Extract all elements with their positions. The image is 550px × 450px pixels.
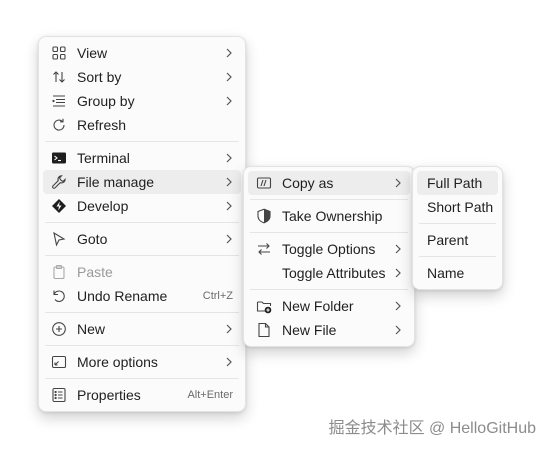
menu-item-new-folder[interactable]: New Folder [248,294,410,318]
menu-item-new-file[interactable]: New File [248,318,410,342]
menu-item-refresh-label: Refresh [77,117,127,133]
menu-item-more-options-label: More options [77,354,158,370]
grid-view-icon [51,45,67,61]
menu-item-properties[interactable]: Properties Alt+Enter [43,383,241,407]
menu-item-parent[interactable]: Parent [417,228,498,252]
menu-separator [250,232,408,233]
menu-item-view[interactable]: View [43,41,241,65]
terminal-icon [51,150,67,166]
menu-item-toggle-attributes-label: Toggle Attributes [282,265,386,281]
menu-separator [250,199,408,200]
menu-item-paste-label: Paste [77,264,113,280]
group-list-icon [51,93,67,109]
new-folder-icon [256,298,272,314]
properties-shortcut: Alt+Enter [187,389,233,401]
menu-separator [419,223,496,224]
menu-item-copy-as[interactable]: Copy as [248,171,410,195]
menu-item-copy-as-label: Copy as [282,175,334,191]
menu-item-goto[interactable]: Goto [43,227,241,251]
wrench-icon [51,174,67,190]
chevron-right-icon [392,324,404,336]
menu-separator [250,289,408,290]
file-manage-submenu: Copy as Take Ownership Toggle Options To… [243,166,415,347]
properties-list-icon [51,387,67,403]
menu-item-new-file-label: New File [282,322,337,338]
more-options-window-icon [51,354,67,370]
chevron-right-icon [223,176,235,188]
menu-item-name[interactable]: Name [417,261,498,285]
menu-item-terminal-label: Terminal [77,150,130,166]
menu-item-view-label: View [77,45,108,61]
clipboard-icon [51,264,67,280]
undo-icon [51,288,67,304]
copy-as-submenu: Full Path Short Path Parent Name [412,166,503,290]
menu-item-full-path[interactable]: Full Path [417,171,498,195]
shield-icon [256,208,272,224]
chevron-right-icon [223,356,235,368]
menu-item-toggle-attributes[interactable]: Toggle Attributes [248,261,410,285]
chevron-right-icon [223,95,235,107]
lightning-icon [51,198,67,214]
sort-arrows-icon [51,69,67,85]
chevron-right-icon [223,152,235,164]
menu-item-undo-rename[interactable]: Undo Rename Ctrl+Z [43,284,241,308]
menu-separator [45,222,239,223]
chevron-right-icon [223,47,235,59]
chevron-right-icon [223,71,235,83]
watermark-text: 掘金技术社区 @ HelloGitHub [328,420,536,437]
menu-item-new-folder-label: New Folder [282,298,354,314]
chevron-right-icon [223,200,235,212]
menu-separator [45,312,239,313]
chevron-right-icon [392,267,404,279]
menu-separator [419,256,496,257]
menu-separator [45,141,239,142]
menu-item-new[interactable]: New [43,317,241,341]
menu-item-name-label: Name [427,265,465,281]
menu-item-sort-by[interactable]: Sort by [43,65,241,89]
swap-arrows-icon [256,241,272,257]
undo-rename-shortcut: Ctrl+Z [202,290,233,302]
menu-item-group-by-label: Group by [77,93,135,109]
menu-item-take-ownership[interactable]: Take Ownership [248,204,410,228]
main-context-menu: View Sort by Group by Refresh Terminal F… [38,36,246,412]
menu-item-develop[interactable]: Develop [43,194,241,218]
menu-item-new-label: New [77,321,106,337]
menu-item-group-by[interactable]: Group by [43,89,241,113]
new-file-icon [256,322,272,338]
menu-item-sort-by-label: Sort by [77,69,122,85]
menu-item-paste: Paste [43,260,241,284]
chevron-right-icon [223,323,235,335]
chevron-right-icon [392,243,404,255]
menu-item-full-path-label: Full Path [427,175,483,191]
menu-separator [45,378,239,379]
refresh-icon [51,117,67,133]
menu-item-parent-label: Parent [427,232,469,248]
menu-item-undo-rename-label: Undo Rename [77,288,168,304]
menu-item-short-path[interactable]: Short Path [417,195,498,219]
menu-item-goto-label: Goto [77,231,108,247]
menu-separator [45,345,239,346]
menu-separator [45,255,239,256]
cursor-arrow-icon [51,231,67,247]
menu-item-develop-label: Develop [77,198,129,214]
chevron-right-icon [223,233,235,245]
menu-item-file-manage-label: File manage [77,174,155,190]
menu-item-file-manage[interactable]: File manage [43,170,241,194]
chevron-right-icon [392,177,404,189]
menu-item-more-options[interactable]: More options [43,350,241,374]
copy-path-icon [256,175,272,191]
menu-item-toggle-options-label: Toggle Options [282,241,376,257]
menu-item-terminal[interactable]: Terminal [43,146,241,170]
menu-item-take-ownership-label: Take Ownership [282,208,383,224]
plus-circle-icon [51,321,67,337]
chevron-right-icon [392,300,404,312]
menu-item-refresh[interactable]: Refresh [43,113,241,137]
menu-item-short-path-label: Short Path [427,199,494,215]
menu-item-properties-label: Properties [77,387,141,403]
menu-item-toggle-options[interactable]: Toggle Options [248,237,410,261]
